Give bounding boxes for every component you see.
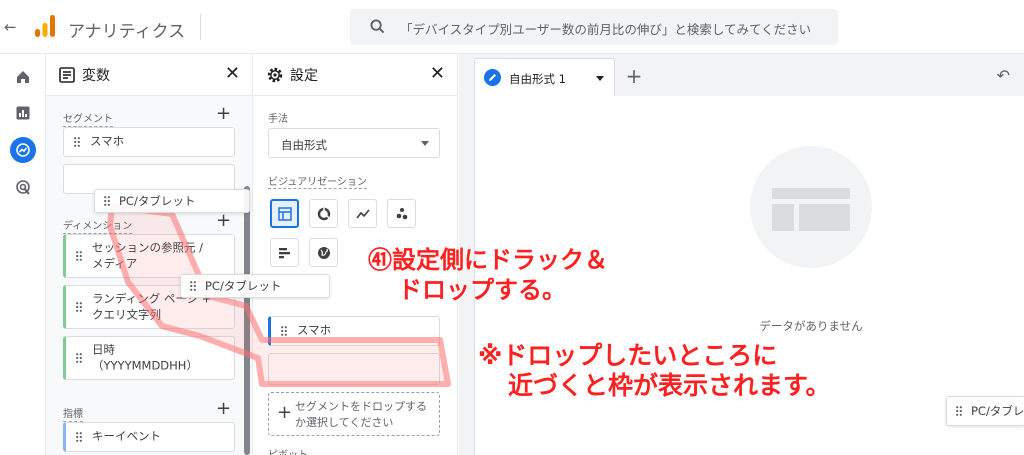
analytics-logo [35, 15, 55, 37]
variables-panel: 変数 ✕ セグメント + スマホ ディメンション + セッションの参照元 / メ… [46, 54, 253, 455]
close-icon[interactable]: ✕ [225, 63, 240, 84]
settings-segment-label: スマホ [297, 323, 332, 338]
dimension-chip[interactable]: 日時 （YYYYMMDDHH） [63, 336, 235, 380]
pivot-label: ピボット [268, 446, 308, 455]
drag-handle-icon [76, 302, 82, 312]
dimension-label: セッションの参照元 / メディア [92, 240, 204, 270]
drag-handle-icon [76, 251, 82, 261]
reports-icon[interactable] [10, 100, 36, 126]
search-bar[interactable]: 「デバイスタイプ別ユーザー数の前月比の伸び」と検索してみてください [350, 9, 838, 45]
annotation-note-line2: 近づくと枠が表示されます。 [508, 371, 831, 400]
metrics-label: 指標 [63, 405, 83, 422]
add-tab-button[interactable]: + [619, 62, 649, 92]
metric-label: キーイベント [92, 429, 161, 444]
segment-drop-target[interactable] [268, 353, 440, 385]
variables-icon [59, 67, 75, 83]
variables-scrollbar[interactable] [244, 186, 250, 455]
gear-icon [267, 67, 283, 83]
variables-title: 変数 [82, 68, 110, 84]
drag-handle-icon [76, 353, 82, 363]
variables-header: 変数 ✕ [46, 54, 252, 96]
chevron-down-icon[interactable] [596, 76, 604, 81]
scatter-viz-icon[interactable] [387, 199, 416, 228]
visualization-label: ビジュアリゼーション [268, 173, 367, 189]
settings-title: 設定 [290, 68, 318, 84]
search-icon [370, 19, 385, 34]
donut-viz-icon[interactable] [309, 199, 338, 228]
explore-icon[interactable] [10, 137, 36, 163]
bar-viz-icon[interactable] [270, 238, 299, 267]
segments-label: セグメント [63, 110, 113, 127]
chevron-down-icon [421, 141, 429, 146]
add-segment-text: セグメントをドロップするか選択してください [295, 400, 427, 429]
drag-ghost-label: PC/タブレット [205, 279, 282, 293]
drag-handle-icon [76, 432, 82, 442]
technique-select[interactable]: 自由形式 [268, 128, 440, 158]
add-dimension-icon[interactable]: + [216, 210, 231, 231]
top-bar: ← アナリティクス 「デバイスタイプ別ユーザー数の前月比の伸び」と検索してみてく… [0, 0, 1024, 54]
drag-handle-icon [104, 196, 110, 206]
tab-bar: 自由形式 1 + ↶ [459, 54, 1024, 96]
segment-label: スマホ [90, 134, 125, 149]
drag-ghost-label: PC/タブレット [119, 194, 196, 208]
globe-viz-icon[interactable] [309, 238, 338, 267]
drag-handle-icon [956, 406, 962, 416]
dimension-label: 日時 （YYYYMMDDHH） [92, 342, 198, 372]
drag-ghost-label: PC/タブレ [971, 404, 1024, 418]
add-metric-icon[interactable]: + [216, 398, 231, 419]
search-input[interactable]: 「デバイスタイプ別ユーザー数の前月比の伸び」と検索してみてください [400, 19, 811, 38]
app-title: アナリティクス [68, 22, 186, 42]
plus-icon: + [277, 402, 293, 423]
annotation-step-41-line2: ドロップする。 [398, 276, 566, 304]
settings-header: 設定 ✕ [254, 54, 457, 96]
line-viz-icon[interactable] [348, 199, 377, 228]
left-nav-rail [0, 54, 46, 455]
tab-freeform-1[interactable]: 自由形式 1 [474, 58, 615, 96]
arrow-left-icon[interactable]: ← [4, 18, 17, 36]
drag-handle-icon [190, 281, 196, 291]
technique-value: 自由形式 [281, 138, 327, 152]
advertising-icon[interactable] [10, 174, 36, 200]
drag-ghost-chip[interactable]: PC/タブレット [180, 274, 330, 298]
pencil-icon [484, 69, 501, 86]
dimensions-label: ディメンション [63, 217, 133, 234]
drag-ghost-chip-edge[interactable]: PC/タブレ [946, 396, 1024, 426]
tab-label: 自由形式 1 [509, 72, 566, 86]
add-segment-icon[interactable]: + [216, 103, 231, 124]
add-segment-drop-zone[interactable]: + セグメントをドロップするか選択してください [268, 392, 440, 436]
dimension-chip[interactable]: セッションの参照元 / メディア [63, 234, 235, 278]
drag-ghost-chip[interactable]: PC/タブレット [94, 189, 250, 213]
empty-state-illustration [750, 146, 872, 268]
metric-chip[interactable]: キーイベント [63, 422, 235, 452]
table-viz-icon[interactable] [270, 199, 299, 228]
close-icon[interactable]: ✕ [430, 63, 445, 84]
technique-label: 手法 [268, 114, 288, 125]
settings-segment-chip[interactable]: スマホ [268, 316, 440, 346]
drag-handle-icon [74, 137, 80, 147]
drag-handle-icon [281, 326, 287, 336]
segment-chip-smartphone[interactable]: スマホ [63, 127, 235, 157]
header-divider [200, 14, 201, 40]
home-icon[interactable] [10, 64, 36, 90]
empty-state-text: データがありません [759, 319, 863, 333]
undo-icon[interactable]: ↶ [997, 66, 1010, 85]
